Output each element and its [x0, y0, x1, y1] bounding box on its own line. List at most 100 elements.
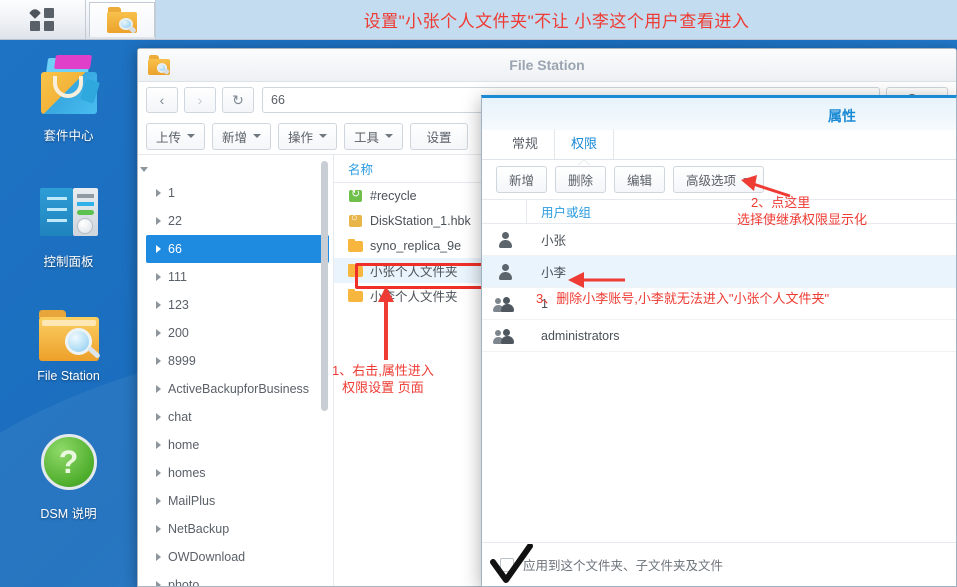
create-button[interactable]: 新增: [212, 122, 272, 150]
desktop-icon-file-station[interactable]: File Station: [0, 306, 137, 418]
chevron-right-icon[interactable]: [156, 189, 161, 197]
package-center-icon: [37, 54, 101, 118]
tree-item-8999[interactable]: 8999: [138, 347, 333, 375]
file-name-label: #recycle: [370, 188, 417, 203]
tree-item-label: chat: [168, 410, 192, 424]
tree-item-owdownload[interactable]: OWDownload: [138, 543, 333, 571]
chevron-right-icon[interactable]: [156, 469, 161, 477]
action-button[interactable]: 操作: [278, 122, 338, 150]
chevron-right-icon[interactable]: [156, 497, 161, 505]
advanced-options-button[interactable]: 高级选项: [673, 166, 765, 193]
banner-area: 设置"小张个人文件夹"不让 小李这个用户查看进入: [155, 0, 957, 39]
permission-row[interactable]: 小李: [482, 256, 956, 288]
delete-permission-button[interactable]: 删除: [555, 166, 607, 193]
chevron-right-icon[interactable]: [156, 525, 161, 533]
annotation-1-line-1: 1、右击,属性进入: [332, 363, 434, 378]
taskbar: 设置"小张个人文件夹"不让 小李这个用户查看进入: [0, 0, 957, 40]
permission-toolbar: 新增 删除 编辑 高级选项: [482, 160, 956, 199]
desktop-icon-column: 套件中心 控制面板 File Station ? DSM 说明: [0, 40, 137, 587]
chevron-right-icon[interactable]: [156, 413, 161, 421]
permission-row[interactable]: administrators: [482, 320, 956, 352]
file-name-label: syno_replica_9e: [370, 238, 462, 253]
forward-button[interactable]: ›: [184, 87, 216, 113]
tab-permissions[interactable]: 权限: [555, 129, 615, 159]
chevron-down-icon: [140, 166, 148, 172]
dialog-tabs: 常规 权限: [482, 129, 956, 160]
tab-general[interactable]: 常规: [496, 129, 556, 159]
chevron-right-icon[interactable]: [156, 553, 161, 561]
tree-item-photo[interactable]: photo: [138, 571, 333, 586]
upload-button[interactable]: 上传: [146, 122, 206, 150]
tree-item-1[interactable]: 1: [138, 179, 333, 207]
dialog-footer: 应用到这个文件夹、子文件夹及文件: [482, 542, 956, 586]
button-label: 上传: [156, 130, 182, 145]
file-name-label: DiskStation_1.hbk: [370, 213, 471, 228]
tree-item-label: 22: [168, 214, 182, 228]
file-name-label: 小李个人文件夹: [370, 290, 458, 304]
chevron-right-icon[interactable]: [156, 357, 161, 365]
tree-item-123[interactable]: 123: [138, 291, 333, 319]
tree-root[interactable]: [138, 159, 333, 179]
folder-icon: [348, 264, 363, 277]
folder-tree: 1 22 66 111 123 200 8999 ActiveBackupforBusines…: [138, 155, 334, 586]
tree-item-22[interactable]: 22: [138, 207, 333, 235]
chevron-right-icon[interactable]: [156, 385, 161, 393]
recycle-folder-icon: [348, 187, 363, 202]
permission-entity-icon-cell: [482, 296, 527, 312]
permission-row[interactable]: 小张: [482, 224, 956, 256]
chevron-down-icon: [743, 177, 752, 182]
tree-item-home[interactable]: home: [138, 431, 333, 459]
chevron-right-icon[interactable]: [156, 441, 161, 449]
file-name-label: 小张个人文件夹: [370, 265, 458, 279]
header-icon-column: [482, 200, 527, 223]
annotation-3: 3、删除小李账号,小李就无法进入"小张个人文件夹": [536, 291, 830, 306]
tree-item-mailplus[interactable]: MailPlus: [138, 487, 333, 515]
tree-item-activebackupforbusiness[interactable]: ActiveBackupforBusiness: [138, 375, 333, 403]
tree-item-label: MailPlus: [168, 494, 216, 508]
header-user-or-group[interactable]: 用户或组: [527, 202, 591, 221]
user-icon: [497, 263, 513, 280]
tree-item-200[interactable]: 200: [138, 319, 333, 347]
tree-item-netbackup[interactable]: NetBackup: [138, 515, 333, 543]
add-permission-button[interactable]: 新增: [496, 166, 548, 193]
control-panel-icon: [37, 180, 101, 244]
main-menu-button[interactable]: [0, 0, 86, 39]
tools-button[interactable]: 工具: [344, 122, 404, 150]
annotation-1: 1、右击,属性进入 权限设置 页面: [332, 362, 434, 396]
chevron-right-icon[interactable]: [156, 245, 161, 253]
desktop-icon-control-panel[interactable]: 控制面板: [0, 180, 137, 292]
button-label: 新增: [222, 130, 248, 145]
chevron-right-icon[interactable]: [156, 217, 161, 225]
chevron-right-icon[interactable]: [156, 581, 161, 586]
button-label: 工具: [354, 130, 380, 145]
tree-item-label: homes: [168, 466, 206, 480]
taskbar-file-station-button[interactable]: [89, 2, 155, 37]
chevron-right-icon[interactable]: [156, 273, 161, 281]
file-station-icon: [107, 7, 137, 34]
tree-item-chat[interactable]: chat: [138, 403, 333, 431]
desktop-icon-package-center[interactable]: 套件中心: [0, 54, 137, 166]
chevron-right-icon[interactable]: [156, 329, 161, 337]
back-button[interactable]: ‹: [146, 87, 178, 113]
edit-permission-button[interactable]: 编辑: [614, 166, 666, 193]
group-icon: [495, 328, 515, 344]
tree-item-label: 66: [168, 242, 182, 256]
dialog-title: 属性: [828, 108, 856, 124]
apply-to-subfolders-checkbox[interactable]: [500, 557, 514, 572]
tree-scrollbar[interactable]: [321, 161, 328, 411]
desktop-icon-dsm-help[interactable]: ? DSM 说明: [0, 432, 137, 544]
apply-to-subfolders-label: 应用到这个文件夹、子文件夹及文件: [523, 559, 724, 573]
refresh-button[interactable]: ↻: [222, 87, 254, 113]
button-label: 编辑: [627, 174, 653, 188]
chevron-right-icon[interactable]: [156, 301, 161, 309]
tree-item-homes[interactable]: homes: [138, 459, 333, 487]
tree-item-label: 111: [168, 270, 188, 284]
tree-item-label: 200: [168, 326, 189, 340]
group-icon: [495, 296, 515, 312]
settings-button[interactable]: 设置: [410, 122, 469, 150]
tree-item-66[interactable]: 66: [146, 235, 329, 263]
permission-entity-icon-cell: [482, 328, 527, 344]
tree-item-111[interactable]: 111: [138, 263, 333, 291]
desktop-icon-label: 套件中心: [43, 129, 94, 143]
chevron-down-icon: [385, 134, 394, 138]
